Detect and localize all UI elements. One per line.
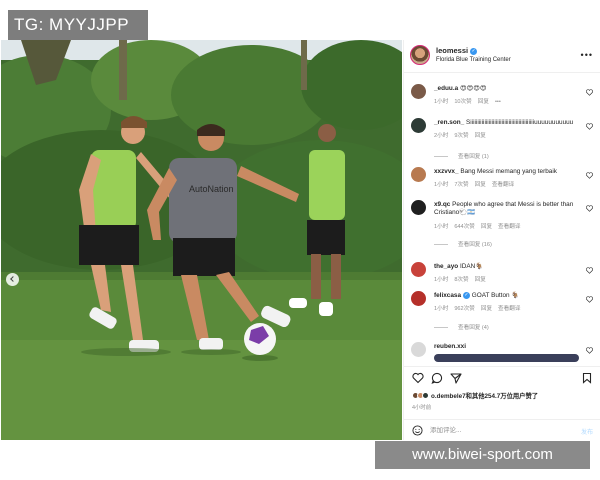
comment-icon[interactable]	[431, 372, 443, 384]
comment-likes[interactable]: 962次赞	[454, 306, 475, 312]
post-time: 4小时前	[412, 405, 432, 411]
comment-username[interactable]: xxzvvx_	[434, 168, 459, 175]
comment-reply-button[interactable]: 回复	[481, 306, 492, 312]
comment-meta: 1小时 962次赞 回复 查看翻译	[434, 304, 526, 312]
author-username[interactable]: leomessi	[436, 46, 468, 55]
verified-icon: ✓	[463, 292, 471, 299]
post-actions: o.dembele7和其他254.7万位用户赞了 4小时前 发布	[404, 366, 600, 440]
comment-translate-button[interactable]: 查看翻译	[492, 182, 514, 188]
comment-text: _eduu.a 😍😍😍😍	[434, 85, 584, 93]
comment-text: xxzvvx_ Bang Messi memang yang terbaik	[434, 168, 584, 176]
comment-likes[interactable]: 644次赞	[454, 224, 475, 230]
view-replies-button[interactable]: 查看回复 (16)	[434, 240, 492, 248]
comment-text: the_ayo IDAN🐐	[434, 263, 584, 271]
emoji-icon[interactable]	[412, 425, 423, 436]
comment-likes[interactable]: 7次赞	[454, 182, 468, 188]
author-name[interactable]: leomessi ✓	[436, 46, 478, 55]
likes-summary[interactable]: o.dembele7和其他254.7万位用户赞了	[412, 391, 538, 400]
comment-username[interactable]: the_ayo	[434, 263, 458, 270]
comment-time: 1小时	[434, 182, 449, 188]
comment-time: 1小时	[434, 99, 449, 105]
comment-text: _ren.son_ Siiiiiiiiiiiiiiiiiiiiiiiiiiiii…	[434, 119, 584, 127]
liker-avatar	[422, 392, 429, 399]
comment-username[interactable]: felixcasa	[434, 292, 461, 299]
comment-likes[interactable]: 10次赞	[454, 99, 471, 105]
comment-avatar[interactable]	[411, 291, 426, 306]
verified-icon: ✓	[470, 47, 478, 55]
comment-likes[interactable]: 8次赞	[454, 277, 468, 283]
post-comment-button[interactable]: 发布	[581, 427, 593, 436]
comment-body: GOAT Button 🐐	[471, 292, 520, 300]
comment-username[interactable]: _eduu.a	[434, 85, 458, 92]
view-replies-label[interactable]: 查看回复 (16)	[458, 242, 492, 248]
comments-list[interactable]: _eduu.a 😍😍😍😍 1小时 10次赞 回复 ••• _ren.son_ Siii…	[404, 76, 600, 398]
comment-meta: 1小时 7次赞 回复 查看翻译	[434, 180, 520, 188]
comment-body: Bang Messi memang yang terbaik	[460, 168, 557, 175]
comment-avatar[interactable]	[411, 84, 426, 99]
comment-time: 2小时	[434, 133, 449, 139]
comment-meta: 2小时 9次赞 回复	[434, 131, 492, 139]
screenshot: TG: MYYJJPP AutoNation leomessi ✓ Florid…	[0, 0, 600, 480]
comment-meta: 1小时 10次赞 回复 •••	[434, 97, 507, 105]
comment-body: People who agree that Messi is better th…	[434, 201, 574, 216]
comment-reply-button[interactable]: 回复	[481, 224, 492, 230]
comment-like-heart-icon[interactable]	[586, 89, 593, 96]
comment-text: x9.qc People who agree that Messi is bet…	[434, 201, 584, 217]
post-location[interactable]: Florida Blue Training Center	[436, 57, 511, 63]
likes-summary-text[interactable]: o.dembele7和其他254.7万位用户赞了	[431, 391, 538, 400]
training-scene-image: AutoNation	[1, 40, 402, 440]
comment-likes[interactable]: 9次赞	[454, 133, 468, 139]
comment-reply-button[interactable]: 回复	[475, 133, 486, 139]
more-options-icon[interactable]: •••	[581, 50, 593, 60]
comment-image-preview[interactable]	[434, 354, 579, 362]
comment-like-heart-icon[interactable]	[586, 205, 593, 212]
comment-avatar[interactable]	[411, 167, 426, 182]
shirt-sponsor-text: AutoNation	[189, 184, 234, 194]
view-replies-button[interactable]: 查看回复 (1)	[434, 152, 489, 160]
comment-avatar[interactable]	[411, 342, 426, 357]
comment-like-heart-icon[interactable]	[586, 296, 593, 303]
post-header: leomessi ✓ Florida Blue Training Center •…	[404, 40, 600, 73]
comment-reply-button[interactable]: 回复	[478, 99, 489, 105]
comment-time: 1小时	[434, 224, 449, 230]
view-replies-button[interactable]: 查看回复 (4)	[434, 323, 489, 331]
share-icon[interactable]	[450, 372, 462, 384]
comment-like-heart-icon[interactable]	[586, 172, 593, 179]
comment-body: 😍😍😍😍	[459, 85, 487, 92]
comment-avatar[interactable]	[411, 200, 426, 215]
comment-body: Siiiiiiiiiiiiiiiiiiiiiiiiiiiiiiiiiiiiiii…	[465, 119, 574, 126]
comment-username[interactable]: _ren.son_	[434, 119, 464, 126]
comment-avatar[interactable]	[411, 118, 426, 133]
comment-text: felixcasa ✓ GOAT Button 🐐	[434, 292, 584, 300]
comment-time: 1小时	[434, 277, 449, 283]
view-replies-label[interactable]: 查看回复 (4)	[458, 325, 489, 331]
comment-text: reuben.xxi	[434, 343, 584, 351]
post-side-panel: leomessi ✓ Florida Blue Training Center •…	[403, 40, 600, 440]
comment-reply-button[interactable]: 回复	[475, 277, 486, 283]
post-photo[interactable]: AutoNation	[1, 40, 402, 440]
comment-like-heart-icon[interactable]	[586, 347, 593, 354]
comment-meta: 1小时 644次赞 回复 查看翻译	[434, 222, 526, 230]
add-comment-bar: 发布	[404, 419, 600, 441]
comment-translate-button[interactable]: 查看翻译	[498, 224, 520, 230]
comment-meta: 1小时 8次赞 回复	[434, 275, 492, 283]
comment-time: 1小时	[434, 306, 449, 312]
heart-icon[interactable]	[412, 372, 424, 384]
carousel-prev-button[interactable]	[6, 273, 19, 286]
watermark-top: TG: MYYJJPP	[8, 10, 148, 40]
watermark-bottom: www.biwei-sport.com	[375, 441, 590, 469]
comment-body: IDAN🐐	[459, 263, 484, 270]
comment-reply-button[interactable]: 回复	[475, 182, 486, 188]
view-replies-label[interactable]: 查看回复 (1)	[458, 154, 489, 160]
bookmark-icon[interactable]	[581, 372, 593, 384]
comment-translate-button[interactable]: 查看翻译	[498, 306, 520, 312]
author-avatar[interactable]	[410, 45, 430, 65]
comment-like-heart-icon[interactable]	[586, 123, 593, 130]
comment-username[interactable]: x9.qc	[434, 201, 450, 208]
comment-input[interactable]	[430, 424, 570, 437]
comment-more-icon[interactable]: •••	[495, 99, 501, 105]
comment-like-heart-icon[interactable]	[586, 267, 593, 274]
comment-avatar[interactable]	[411, 262, 426, 277]
comment-username[interactable]: reuben.xxi	[434, 343, 466, 350]
